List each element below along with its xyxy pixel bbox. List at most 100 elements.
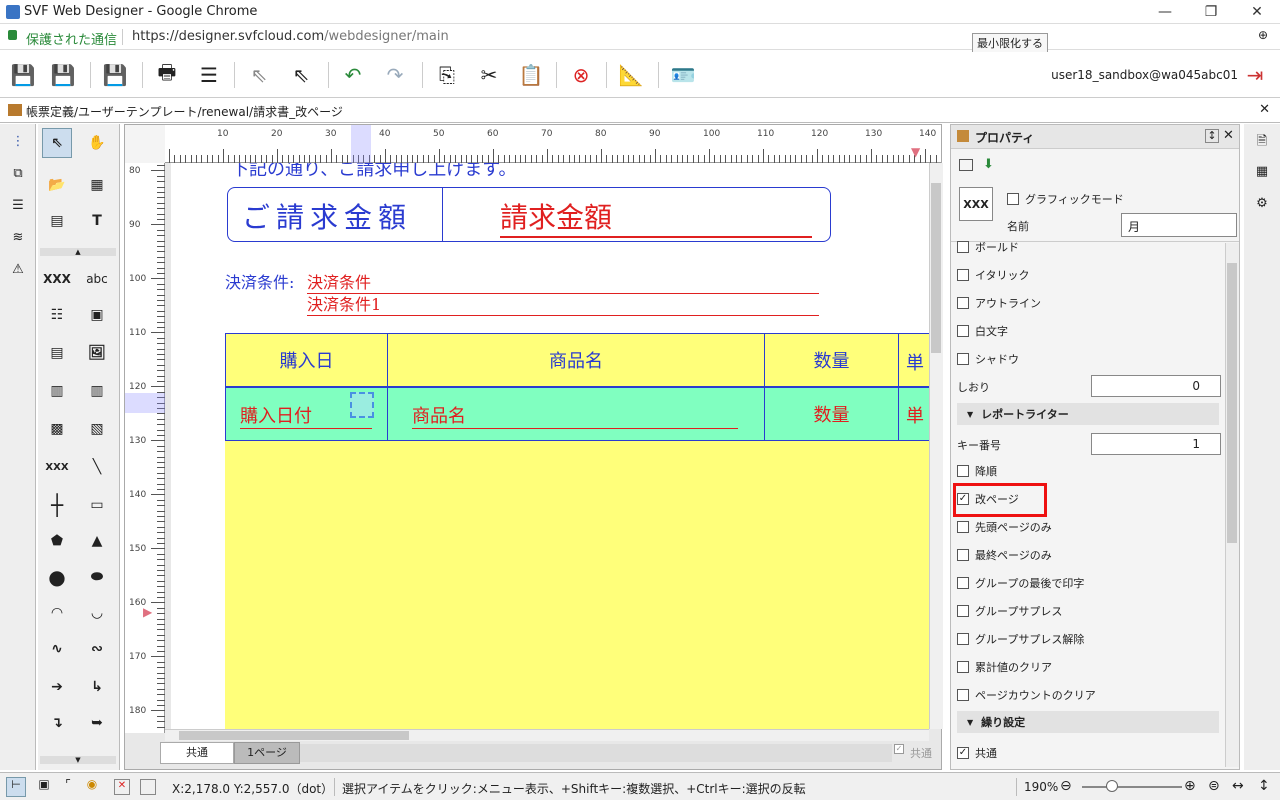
prop-group-suppress[interactable]: グループサプレス <box>957 599 1217 623</box>
zoom-fit-icon[interactable]: ⊜ <box>1208 778 1220 794</box>
filter-icon[interactable]: ⬇ <box>983 157 994 172</box>
checkbox[interactable] <box>957 353 969 365</box>
scrollbar-thumb[interactable] <box>179 731 409 740</box>
layers-icon[interactable]: ≋ <box>8 230 28 250</box>
multiline-tool-icon[interactable]: ▤ <box>42 338 72 368</box>
logout-icon[interactable]: ⇥ <box>1240 60 1270 90</box>
save-settings-icon[interactable]: 💾 <box>100 60 130 90</box>
settings-tab-icon[interactable]: ⚙ <box>1252 196 1272 216</box>
arrow-corner-tool-icon[interactable]: ↳ <box>82 672 112 702</box>
list-tool-icon[interactable]: ☷ <box>42 300 72 330</box>
zoom-in-icon[interactable]: ⊕ <box>1184 778 1196 794</box>
open-folder-icon[interactable]: 📂 <box>42 170 72 200</box>
name-input[interactable]: 月 <box>1121 213 1237 237</box>
image-icon[interactable]: ▣ <box>34 777 54 797</box>
arc2-tool-icon[interactable]: ◡ <box>82 598 112 628</box>
line-tool-icon[interactable]: ╲ <box>82 452 112 482</box>
checkbox[interactable] <box>957 241 969 253</box>
border-icon[interactable] <box>140 779 156 795</box>
palette-icon[interactable]: ◉ <box>82 777 102 797</box>
ellipse-tool-icon[interactable]: ⬬ <box>82 562 112 592</box>
close-window-icon[interactable]: ✕ <box>1234 0 1280 24</box>
prop-italic[interactable]: イタリック <box>957 263 1217 287</box>
tree-icon[interactable]: ⋮ <box>8 134 28 154</box>
subform-tool-icon[interactable]: ▣ <box>82 300 112 330</box>
palette-scroll-up[interactable]: ▲ <box>40 248 116 256</box>
save-as-icon[interactable]: 💾 <box>48 60 78 90</box>
barcode2-tool-icon[interactable]: ▥ <box>82 376 112 406</box>
properties-tab-icon[interactable]: 🗎 <box>1252 132 1272 152</box>
prop-common[interactable]: ✓ 共通 <box>957 741 1217 765</box>
no-border-icon[interactable]: ✕ <box>114 779 130 795</box>
field-box-tool-icon[interactable]: XXX <box>42 452 72 482</box>
ruler-icon[interactable]: 📐 <box>616 60 646 90</box>
paste-icon[interactable]: 📋 <box>516 60 546 90</box>
prop-outline[interactable]: アウトライン <box>957 291 1217 315</box>
qrcode2-tool-icon[interactable]: ▧ <box>82 414 112 444</box>
ruler-marker-icon[interactable]: ▶ <box>143 605 152 619</box>
text-tool-icon[interactable]: T <box>82 206 112 236</box>
arrow-bend-tool-icon[interactable]: ➥ <box>82 708 112 738</box>
close-document-icon[interactable]: ✕ <box>1259 102 1270 117</box>
restore-icon[interactable]: ❐ <box>1188 0 1234 24</box>
tab-common[interactable]: 共通 <box>160 742 234 764</box>
tab-page-1[interactable]: 1ページ <box>234 742 300 764</box>
zoom-slider-handle[interactable] <box>1106 780 1118 792</box>
delete-icon[interactable]: ⊗ <box>566 60 596 90</box>
section-repeat[interactable]: ▼ 繰り設定 <box>957 711 1219 733</box>
prop-white-text[interactable]: 白文字 <box>957 319 1217 343</box>
graphic-mode-checkbox[interactable] <box>1007 193 1019 205</box>
vertical-scrollbar[interactable] <box>929 163 943 729</box>
ruler-marker-icon[interactable]: ▼ <box>911 145 920 159</box>
cross-tool-icon[interactable]: ┼ <box>42 490 72 520</box>
user-card-icon[interactable]: 🪪 <box>668 60 698 90</box>
checkbox[interactable] <box>957 689 969 701</box>
preview-icon[interactable]: ☰ <box>194 60 224 90</box>
prop-bold[interactable]: ボールド <box>957 241 1217 259</box>
barcode-tool-icon[interactable]: ▥ <box>42 376 72 406</box>
form-icon[interactable]: ▤ <box>42 206 72 236</box>
payment-field-2[interactable]: 決済条件1 <box>307 291 819 316</box>
fit-height-icon[interactable]: ↕ <box>1258 778 1270 794</box>
pin-icon[interactable]: ↕ <box>1205 129 1219 143</box>
section-report-writer[interactable]: ▼ レポートライター <box>957 403 1219 425</box>
corner-icon[interactable]: ⌜ <box>58 777 78 797</box>
label-tool-icon[interactable]: abc <box>82 264 112 294</box>
checkbox[interactable] <box>957 521 969 533</box>
bookmark-spinner[interactable]: 0 <box>1091 375 1221 397</box>
prop-clear-page-count[interactable]: ページカウントのクリア <box>957 683 1217 707</box>
align-icon[interactable]: ⊢ <box>6 777 26 797</box>
unit-field[interactable]: 単 <box>906 402 924 428</box>
prop-print-group-end[interactable]: グループの最後で印字 <box>957 571 1217 595</box>
table-export-icon[interactable]: ▦ <box>82 170 112 200</box>
undo-icon[interactable]: ↶ <box>338 60 368 90</box>
prop-clear-cumulative[interactable]: 累計値のクリア <box>957 655 1217 679</box>
translate-icon[interactable]: ⊕ <box>1258 28 1268 42</box>
copy-pages-icon[interactable]: ⧉ <box>8 166 28 186</box>
pointer-tool-icon[interactable]: ⇖ <box>42 128 72 158</box>
prop-first-page-only[interactable]: 先頭ページのみ <box>957 515 1217 539</box>
list-icon[interactable]: ☰ <box>8 198 28 218</box>
arrow-right-tool-icon[interactable]: ➔ <box>42 672 72 702</box>
wave-tool-icon[interactable]: ∿ <box>42 634 72 664</box>
graphic-mode-option[interactable]: グラフィックモード <box>1007 191 1124 207</box>
arrow-down-tool-icon[interactable]: ↴ <box>42 708 72 738</box>
horizontal-scrollbar[interactable] <box>165 729 929 741</box>
common-checkbox[interactable]: ✓ <box>894 744 904 754</box>
triangle-tool-icon[interactable]: ▲ <box>82 526 112 556</box>
panel-scrollbar[interactable] <box>1225 243 1239 767</box>
zoom-slider[interactable] <box>1082 786 1182 788</box>
redo-icon[interactable]: ↷ <box>380 60 410 90</box>
checkbox[interactable] <box>957 605 969 617</box>
selected-item-handle[interactable] <box>350 392 374 418</box>
url-field[interactable]: https://designer.svfcloud.com/webdesigne… <box>132 29 449 44</box>
sort-icon[interactable] <box>959 159 973 171</box>
checkbox[interactable] <box>957 661 969 673</box>
scrollbar-thumb[interactable] <box>1227 263 1237 543</box>
data-tab-icon[interactable]: ▦ <box>1252 164 1272 184</box>
copy-icon[interactable]: ⎘ <box>432 60 462 90</box>
minimize-icon[interactable]: — <box>1142 0 1188 24</box>
circle-tool-icon[interactable]: ● <box>42 562 72 592</box>
quantity-field[interactable]: 数量 <box>765 388 899 440</box>
product-name-field[interactable]: 商品名 <box>412 402 738 429</box>
